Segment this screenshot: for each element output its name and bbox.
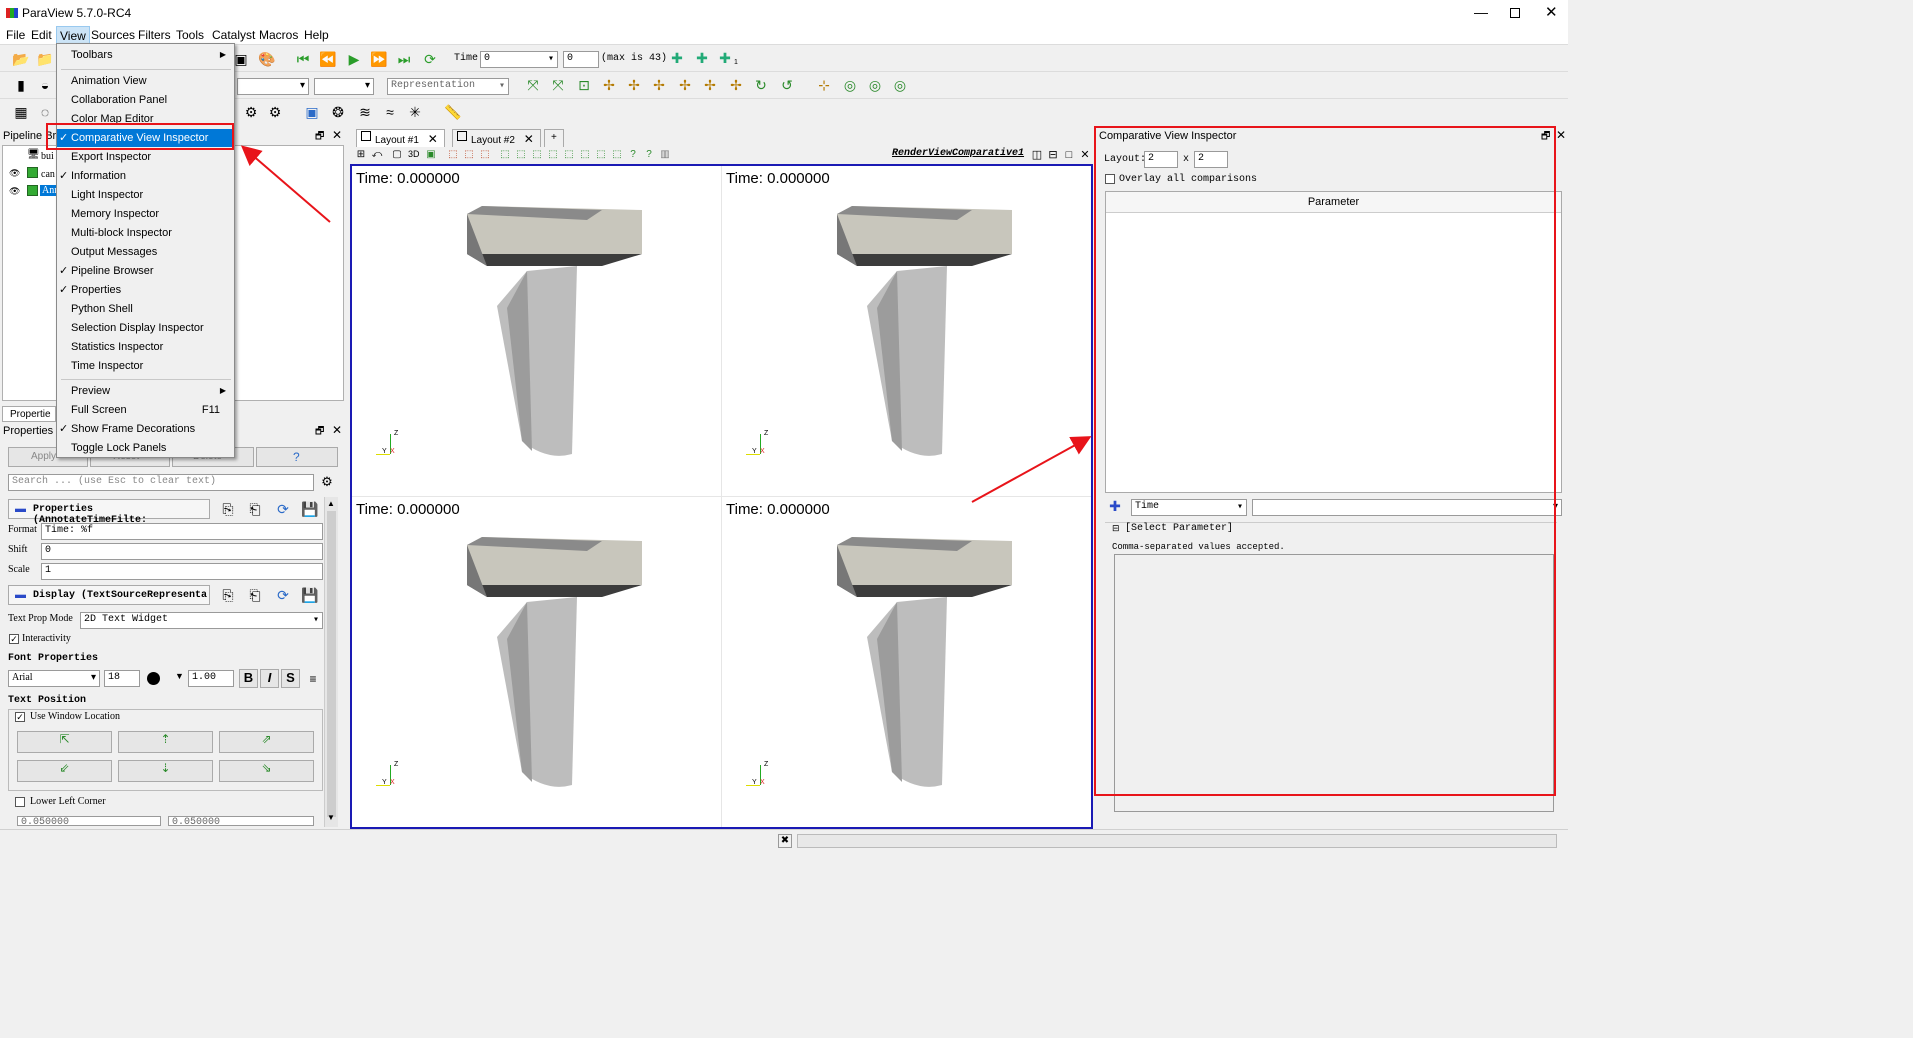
arrow-to-menu-item [240, 145, 331, 223]
arrow-to-inspector [971, 436, 1092, 503]
annotation-arrows [240, 145, 1092, 503]
